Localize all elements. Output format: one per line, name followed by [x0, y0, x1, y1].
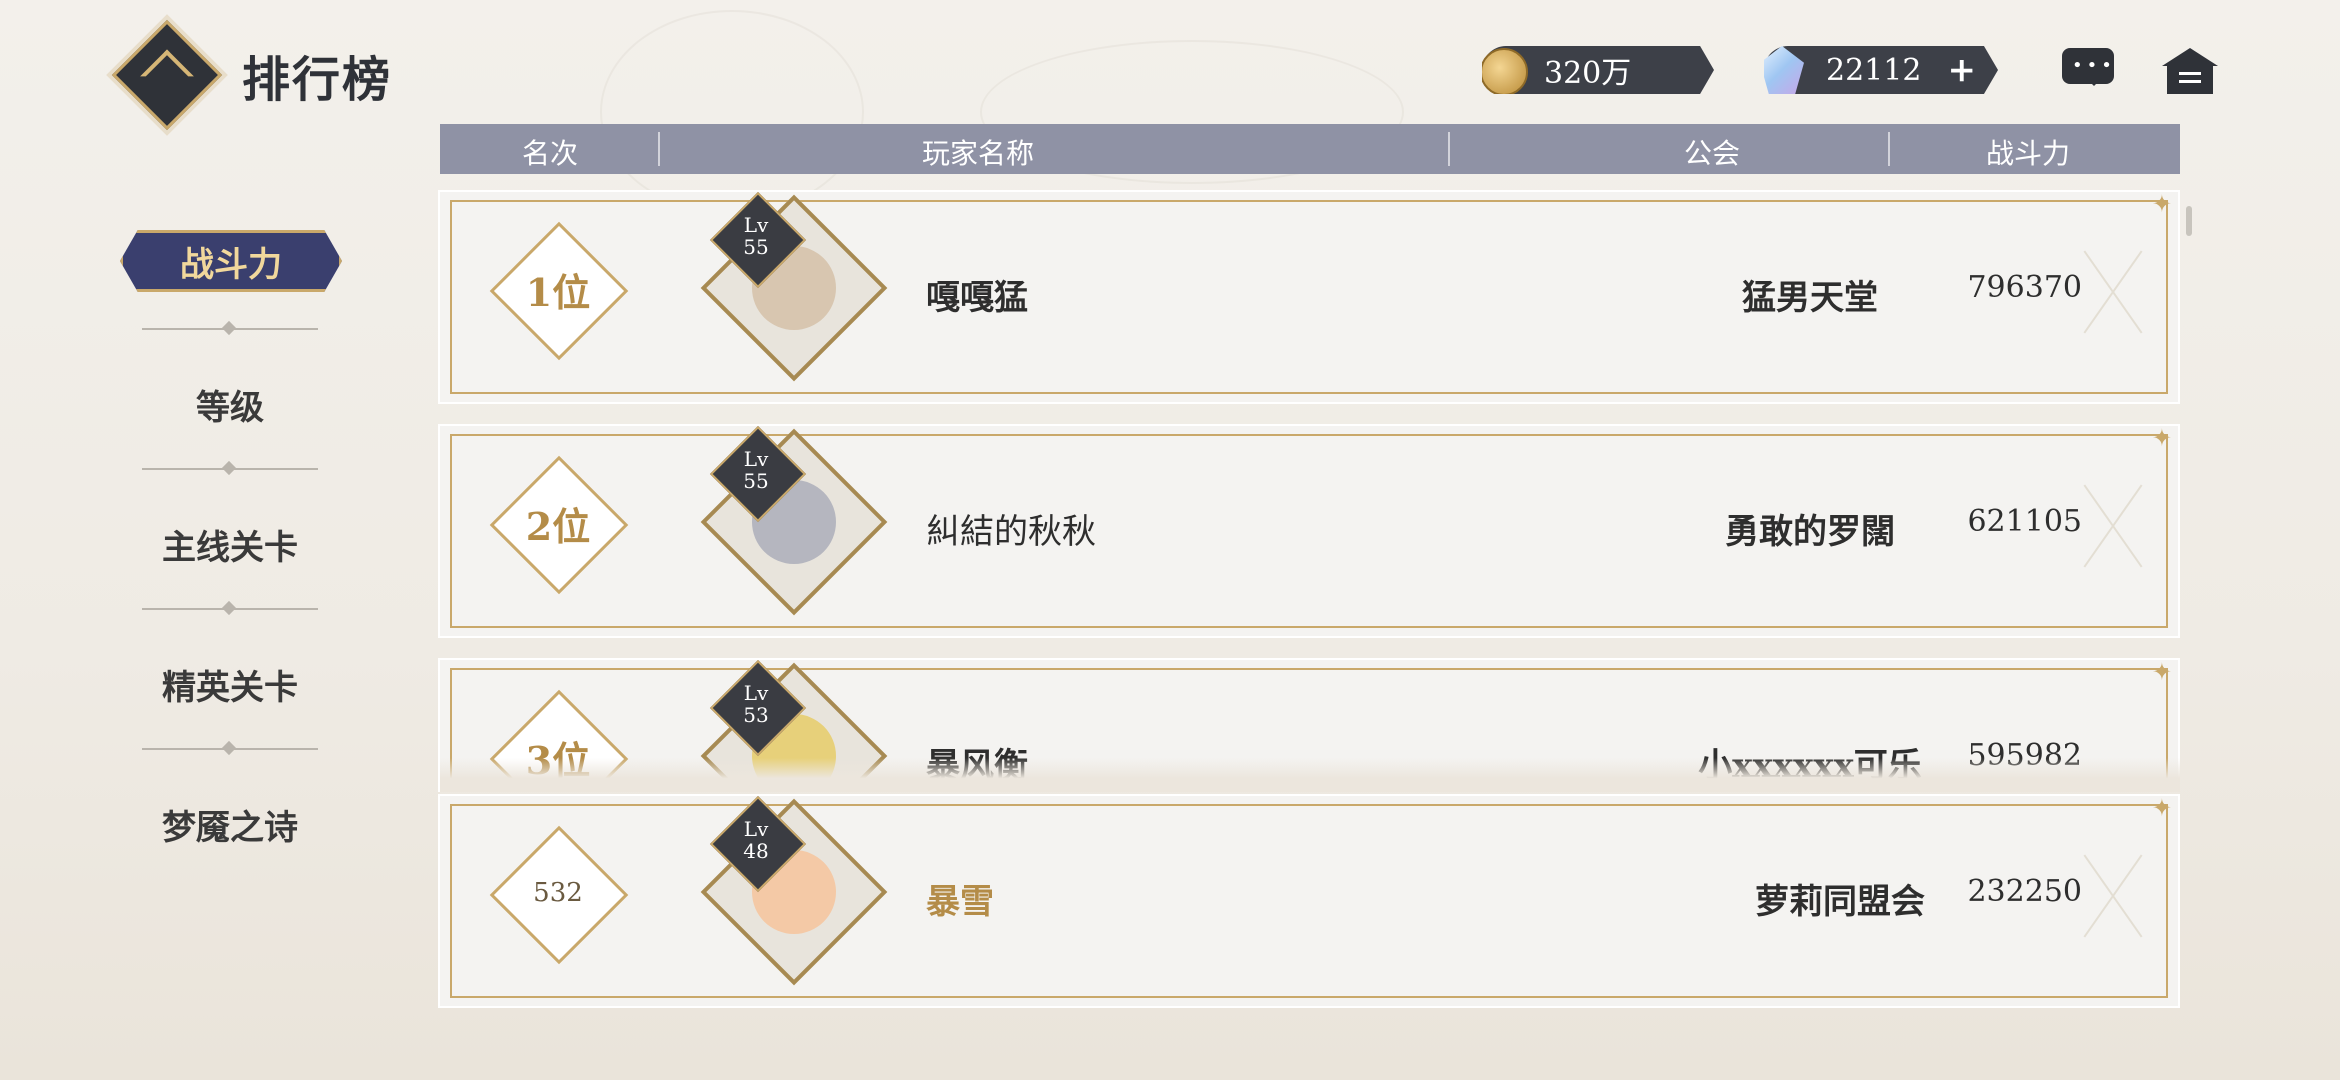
- back-button[interactable]: [111, 19, 223, 131]
- sparkle-icon: ✦: [2151, 190, 2172, 218]
- column-header-guild: 公会: [1684, 137, 1741, 170]
- crossed-swords-icon: [2078, 476, 2148, 576]
- sidebar-divider: [142, 468, 318, 470]
- column-header-rank: 名次: [522, 137, 579, 170]
- crossed-swords-icon: [2078, 242, 2148, 342]
- gold-currency: 320万: [1482, 46, 1714, 94]
- chat-icon[interactable]: •••: [2062, 48, 2116, 94]
- rank-label: 532: [533, 878, 583, 908]
- ranking-row[interactable]: ✦ 2位 Lv 55 糾結的秋秋 勇敢的罗闊 621105: [440, 424, 2178, 636]
- crossed-swords-icon: [2078, 846, 2148, 946]
- home-icon[interactable]: [2162, 48, 2218, 94]
- player-name: 嘎嘎猛: [926, 278, 1028, 318]
- column-header-power: 战斗力: [1986, 137, 2071, 170]
- add-gems-button[interactable]: +: [1948, 50, 1977, 90]
- page-title: 排行榜: [242, 52, 393, 108]
- guild-name: 猛男天堂: [1742, 278, 1878, 318]
- back-arrow-icon: [140, 49, 194, 104]
- sidebar-item-nightmare-poem[interactable]: 梦魇之诗: [110, 800, 350, 849]
- combat-power-value: 621105: [1967, 504, 2082, 539]
- background-sketch: [600, 10, 864, 214]
- rank-label: 2位: [525, 504, 591, 549]
- scrollbar[interactable]: [2186, 206, 2192, 236]
- gem-icon: [1764, 46, 1804, 94]
- sparkle-icon: ✦: [2151, 660, 2172, 686]
- sparkle-icon: ✦: [2151, 424, 2172, 452]
- level-text: Lv 53: [743, 681, 769, 727]
- level-text: Lv 48: [743, 817, 769, 863]
- sidebar-divider: [142, 748, 318, 750]
- ranking-row[interactable]: ✦ 1位 Lv 55 嘎嘎猛 猛男天堂 796370: [440, 190, 2178, 402]
- my-ranking-row[interactable]: ✦ 532 Lv 48 暴雪 萝莉同盟会 232250: [440, 794, 2178, 1006]
- column-separator: [1888, 132, 1890, 166]
- sidebar-item-main-stage[interactable]: 主线关卡: [110, 520, 350, 569]
- level-text: Lv 55: [743, 213, 769, 259]
- gem-currency: 22112 +: [1764, 46, 1998, 94]
- sidebar-item-combat-power[interactable]: 战斗力: [120, 230, 342, 292]
- guild-name: 勇敢的罗闊: [1725, 512, 1895, 552]
- rank-label: 1位: [525, 270, 591, 315]
- gem-amount: 22112: [1826, 52, 1922, 88]
- gold-coin-icon: [1482, 48, 1528, 94]
- sidebar-divider: [142, 328, 318, 330]
- combat-power-value: 796370: [1967, 270, 2082, 305]
- gold-amount: 320万: [1544, 56, 1632, 91]
- sidebar-item-elite-stage[interactable]: 精英关卡: [110, 660, 350, 709]
- sidebar-divider: [142, 608, 318, 610]
- player-name: 暴雪: [926, 882, 994, 922]
- sparkle-icon: ✦: [2151, 794, 2172, 822]
- list-fade: [440, 758, 2180, 792]
- column-separator: [1448, 132, 1450, 166]
- player-name: 糾結的秋秋: [926, 512, 1096, 552]
- column-header-player: 玩家名称: [922, 137, 1035, 170]
- column-separator: [658, 132, 660, 166]
- combat-power-value: 232250: [1967, 874, 2082, 909]
- sidebar-item-level[interactable]: 等级: [110, 380, 350, 429]
- table-header: 名次 玩家名称 公会 战斗力: [440, 124, 2180, 174]
- level-text: Lv 55: [743, 447, 769, 493]
